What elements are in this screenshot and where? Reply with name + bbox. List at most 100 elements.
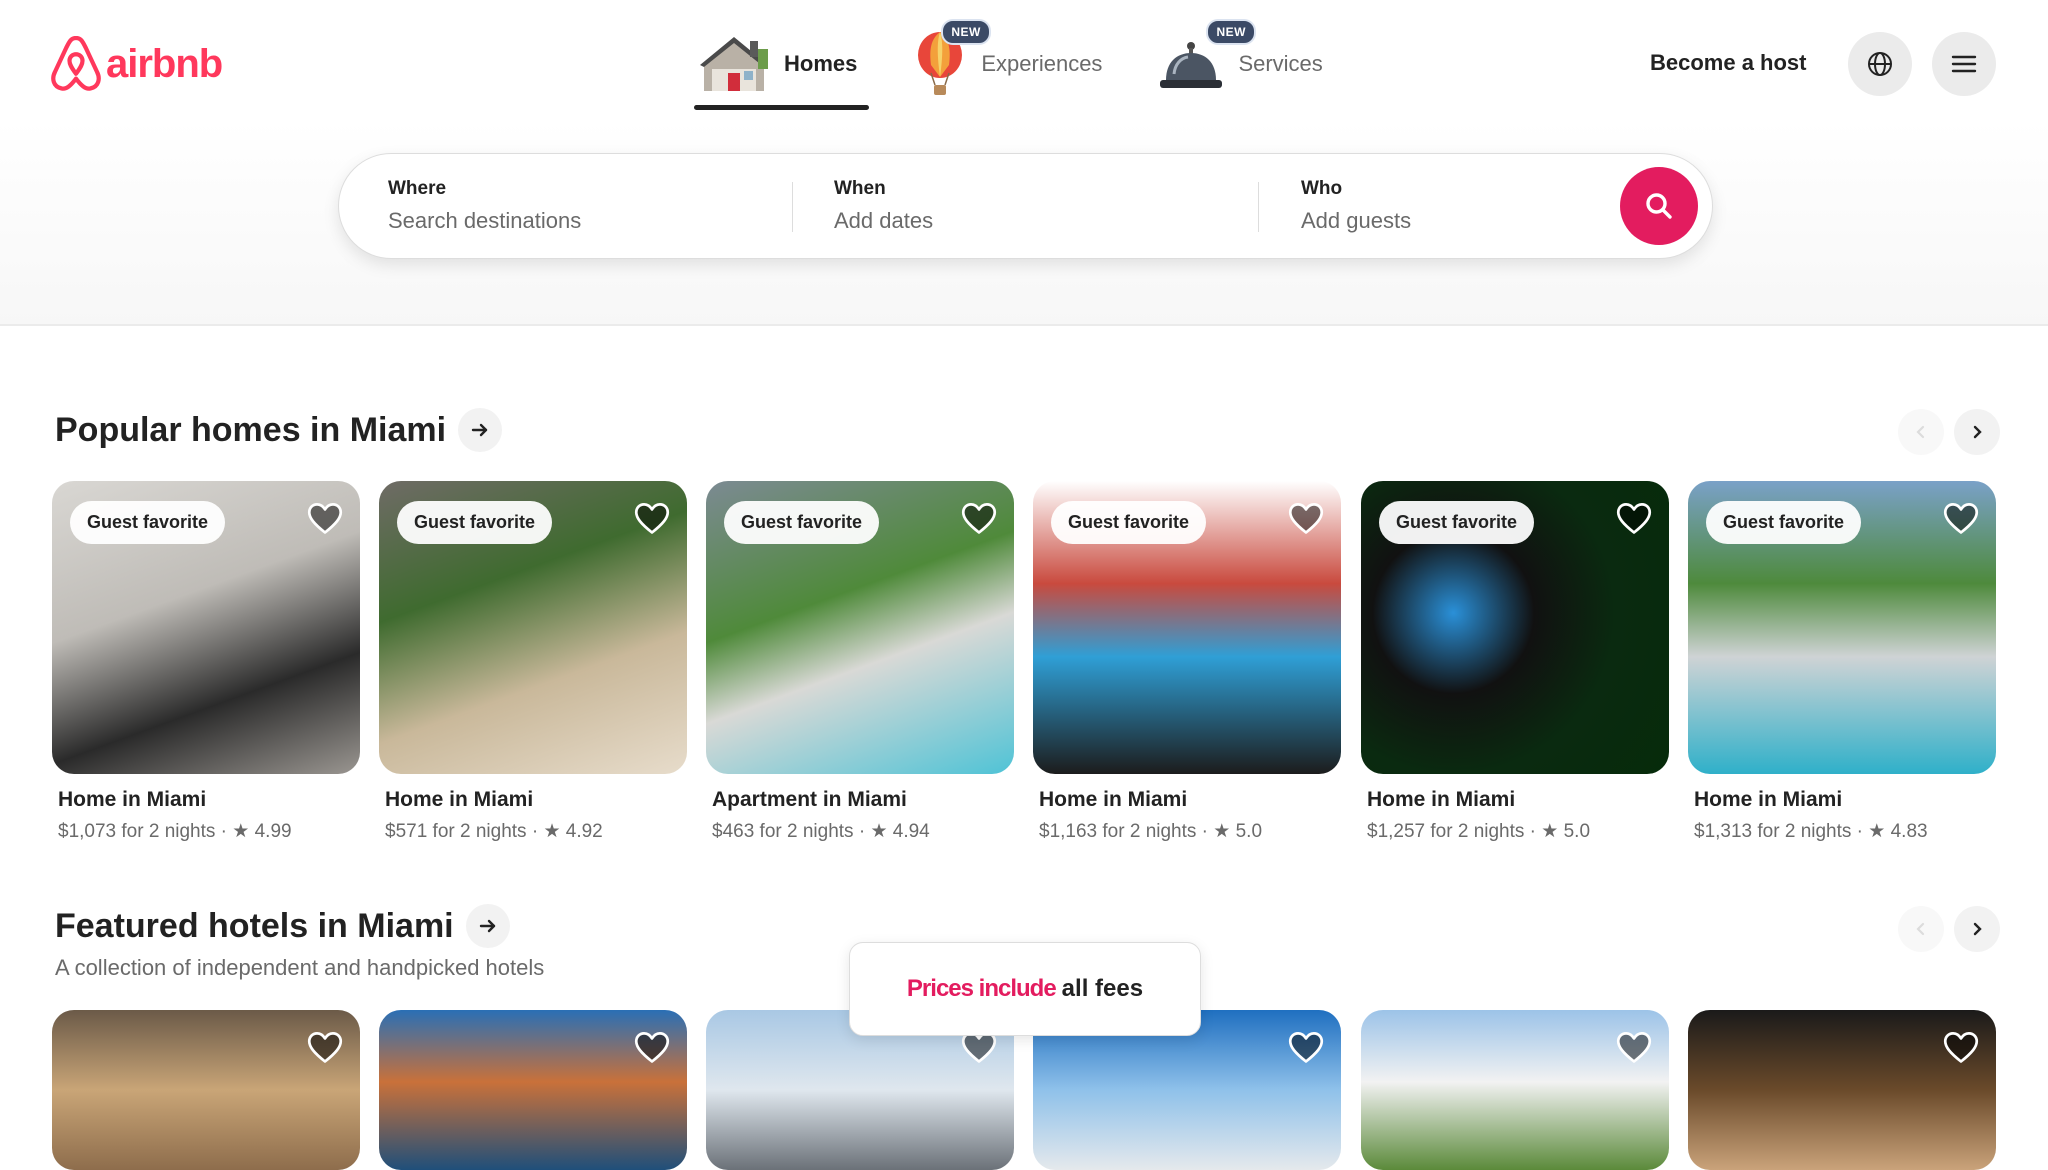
heart-icon[interactable]: [1615, 501, 1653, 537]
heart-icon[interactable]: [1942, 501, 1980, 537]
meta-separator: ·: [858, 821, 866, 842]
chevron-right-icon: [1973, 922, 1982, 936]
listing-card[interactable]: Guest favorite Home in Miami $1,257 for 2 …: [1361, 481, 1669, 843]
listing-title: Home in Miami: [1367, 788, 1516, 811]
listing-card[interactable]: Guest favorite Home in Miami $1,073 for 2 …: [52, 481, 360, 843]
listing-meta: $1,313 for 2 nights · ★ 4.83: [1694, 820, 1996, 843]
carousel-next-button[interactable]: [1954, 906, 2000, 952]
tab-homes[interactable]: Homes: [690, 24, 870, 110]
guest-favorite-badge: Guest favorite: [1706, 501, 1862, 544]
tab-homes-label: Homes: [784, 51, 858, 76]
star-icon: ★: [1213, 821, 1231, 842]
logo-wordmark: airbnb: [106, 41, 223, 86]
top-header: airbnb Homes NEW Experiences NEW Service…: [0, 0, 2048, 326]
category-nav: Homes NEW Experiences NEW Services: [690, 19, 1371, 110]
guest-favorite-badge: Guest favorite: [1051, 501, 1207, 544]
listing-photo[interactable]: Guest favorite: [706, 481, 1014, 774]
guest-favorite-badge: Guest favorite: [1379, 501, 1535, 544]
hotel-card[interactable]: [1361, 1010, 1669, 1170]
heart-icon[interactable]: [306, 1030, 344, 1066]
heart-icon[interactable]: [1615, 1030, 1653, 1066]
tab-experiences-label: Experiences: [981, 51, 1103, 76]
heart-icon[interactable]: [633, 1030, 671, 1066]
listing-card[interactable]: Guest favorite Apartment in Miami $463 for…: [706, 481, 1014, 843]
language-button[interactable]: [1848, 32, 1912, 96]
meta-separator: ·: [1529, 821, 1536, 842]
chevron-left-icon: [1916, 425, 1925, 439]
airbnb-logo[interactable]: airbnb: [50, 36, 223, 92]
listing-price: $463 for 2 nights: [712, 821, 854, 842]
popular-homes-pager: [1898, 409, 2000, 455]
listing-meta: $1,163 for 2 nights · ★ 5.0: [1039, 820, 1341, 843]
chevron-left-icon: [1916, 922, 1925, 936]
when-field[interactable]: When Add dates: [834, 178, 933, 234]
heart-icon[interactable]: [960, 501, 998, 537]
star-icon: ★: [1868, 821, 1886, 842]
featured-hotels-pager: [1898, 906, 2000, 952]
airbnb-belo-icon: [51, 36, 101, 91]
hamburger-menu-icon: [1951, 55, 1977, 73]
listing-photo[interactable]: Guest favorite: [52, 481, 360, 774]
listing-price: $1,073 for 2 nights: [58, 821, 216, 842]
listing-price: $1,257 for 2 nights: [1367, 821, 1525, 842]
listing-photo[interactable]: Guest favorite: [1361, 481, 1669, 774]
heart-icon[interactable]: [633, 501, 671, 537]
hotel-card[interactable]: [52, 1010, 360, 1170]
tab-services-label: Services: [1238, 51, 1323, 76]
listing-rating: 4.92: [565, 821, 603, 842]
star-icon: ★: [1541, 821, 1559, 842]
featured-hotels-header: Featured hotels in Miami: [55, 904, 510, 948]
toast-highlight: Prices include: [906, 975, 1057, 1002]
listing-title: Home in Miami: [385, 788, 534, 811]
listing-card[interactable]: Guest favorite Home in Miami $571 for 2 ni…: [379, 481, 687, 843]
listing-card[interactable]: Guest favorite Home in Miami $1,313 for 2 …: [1688, 481, 1996, 843]
listing-rating: 5.0: [1235, 821, 1263, 842]
hotel-card[interactable]: [379, 1010, 687, 1170]
meta-separator: ·: [1201, 821, 1208, 842]
carousel-prev-button[interactable]: [1898, 906, 1944, 952]
meta-separator: ·: [1856, 821, 1863, 842]
hotel-card[interactable]: [1688, 1010, 1996, 1170]
heart-icon[interactable]: [1942, 1030, 1980, 1066]
listing-rating: 4.99: [254, 821, 292, 842]
where-field[interactable]: Where Search destinations: [388, 178, 581, 234]
listing-card[interactable]: Guest favorite Home in Miami $1,163 for 2 …: [1033, 481, 1341, 843]
when-placeholder: Add dates: [834, 208, 934, 233]
featured-hotels-subtitle: A collection of independent and handpick…: [55, 955, 545, 980]
listing-rating: 4.94: [892, 821, 930, 842]
tab-services[interactable]: NEW Services: [1150, 19, 1330, 104]
search-button[interactable]: [1620, 167, 1698, 245]
listing-rating: 4.83: [1890, 821, 1928, 842]
become-a-host-link[interactable]: Become a host: [1650, 50, 1807, 76]
listing-title: Home in Miami: [58, 788, 207, 811]
guest-favorite-badge: Guest favorite: [70, 501, 226, 544]
where-label: Where: [388, 178, 447, 199]
popular-homes-see-all-button[interactable]: [458, 408, 503, 452]
listing-price: $1,163 for 2 nights: [1039, 821, 1197, 842]
new-badge: NEW: [941, 19, 991, 45]
search-bar: Where Search destinations When Add dates…: [338, 153, 1713, 259]
tab-experiences[interactable]: NEW Experiences: [905, 19, 1110, 104]
listing-photo[interactable]: Guest favorite: [379, 481, 687, 774]
prices-include-fees-toast[interactable]: Prices include all fees: [849, 942, 1201, 1036]
carousel-next-button[interactable]: [1954, 409, 2000, 455]
carousel-prev-button[interactable]: [1898, 409, 1944, 455]
featured-hotels-title: Featured hotels in Miami: [55, 906, 454, 945]
search-divider: [792, 182, 793, 232]
who-placeholder: Add guests: [1301, 208, 1412, 233]
featured-hotels-see-all-button[interactable]: [465, 904, 510, 948]
meta-separator: ·: [220, 821, 227, 842]
heart-icon[interactable]: [1287, 501, 1325, 537]
arrow-right-icon: [471, 423, 488, 437]
listing-meta: $1,073 for 2 nights · ★ 4.99: [58, 820, 360, 843]
main-menu-button[interactable]: [1932, 32, 1996, 96]
heart-icon[interactable]: [306, 501, 344, 537]
where-placeholder: Search destinations: [388, 208, 582, 233]
listing-photo[interactable]: Guest favorite: [1033, 481, 1341, 774]
listing-photo[interactable]: Guest favorite: [1688, 481, 1996, 774]
guest-favorite-badge: Guest favorite: [724, 501, 880, 544]
who-field[interactable]: Who Add guests: [1301, 178, 1411, 234]
listing-meta: $571 for 2 nights · ★ 4.92: [385, 820, 687, 843]
guest-favorite-badge: Guest favorite: [397, 501, 553, 544]
heart-icon[interactable]: [1287, 1030, 1325, 1066]
